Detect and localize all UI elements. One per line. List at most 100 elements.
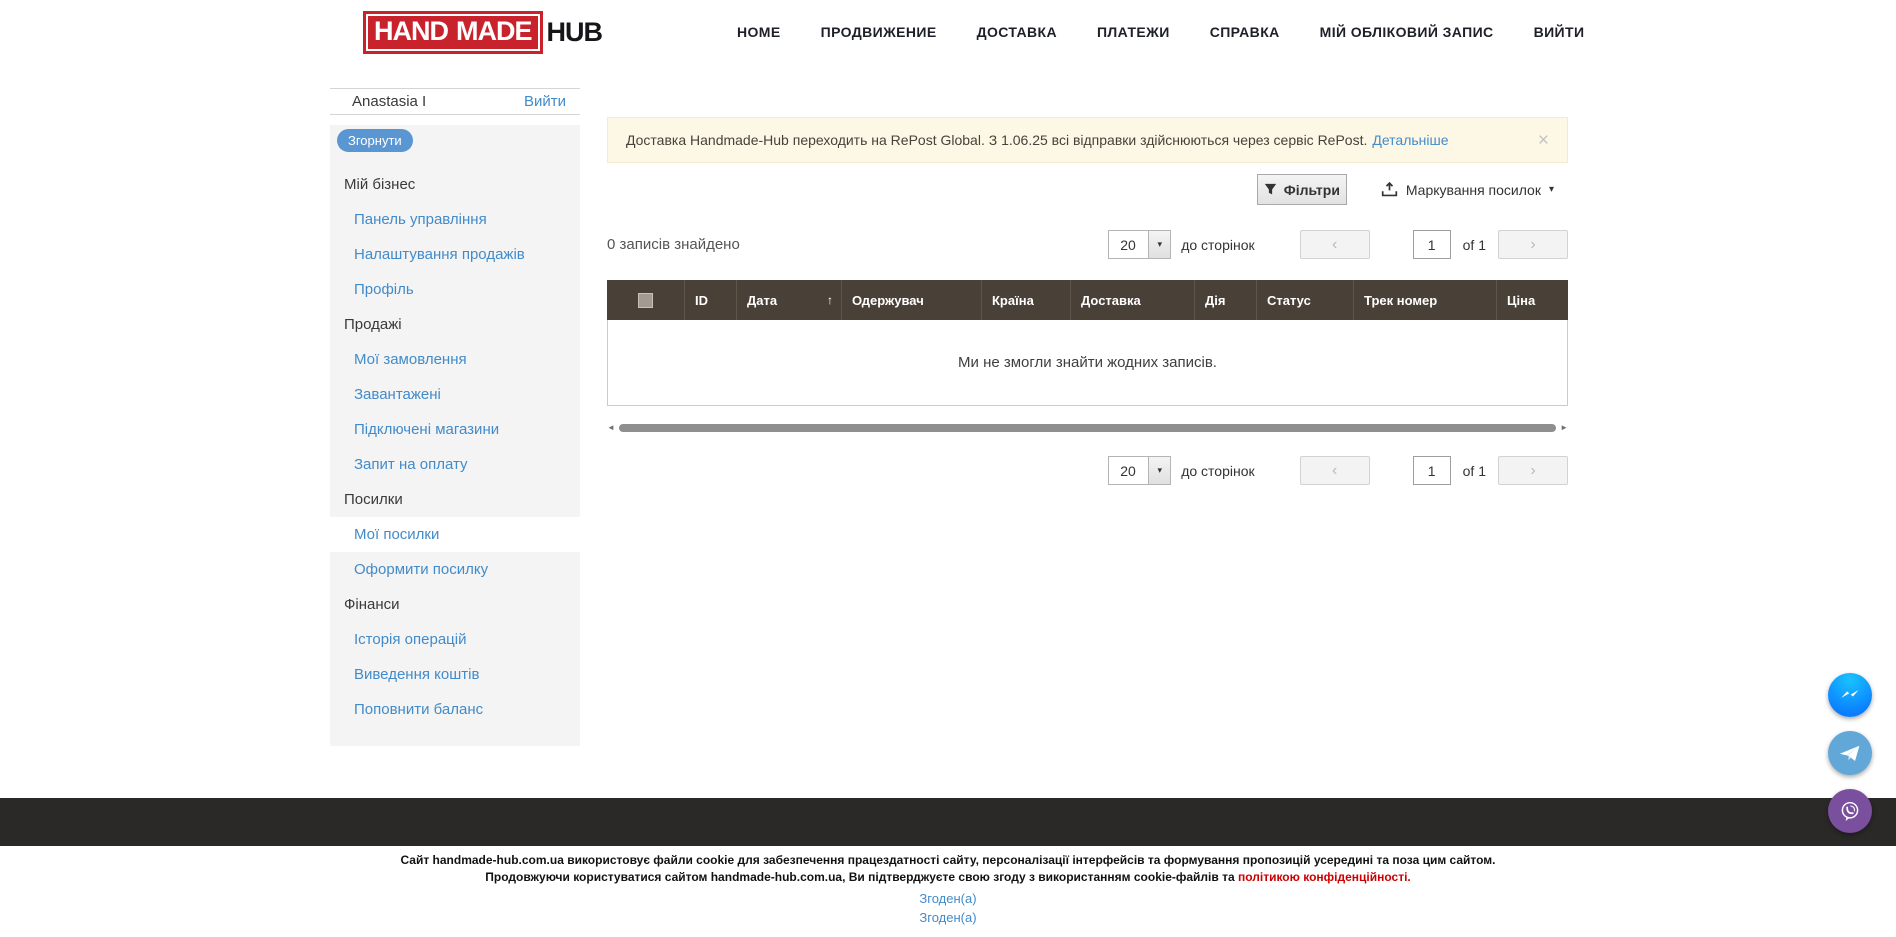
sidebar-logout-link[interactable]: Вийти	[524, 93, 566, 110]
sidebar-section-sales: Продажі	[330, 307, 580, 342]
column-delivery[interactable]: Доставка	[1071, 280, 1195, 320]
column-price[interactable]: Ціна	[1497, 280, 1568, 320]
sidebar-item-withdraw-funds[interactable]: Виведення коштів	[330, 657, 580, 692]
logo-word-hand: HAND	[374, 16, 448, 47]
banner-details-link[interactable]: Детальніше	[1372, 132, 1448, 148]
sidebar: Згорнути Мій бізнес Панель управління На…	[330, 125, 580, 746]
top-header: HAND MADE HUB HOME ПРОДВИЖЕНИЕ ДОСТАВКА …	[0, 0, 1896, 64]
main-content: Доставка Handmade-Hub переходить на RePo…	[607, 117, 1568, 485]
sidebar-item-create-parcel[interactable]: Оформити посилку	[330, 552, 580, 587]
close-icon[interactable]: ×	[1538, 131, 1549, 150]
nav-help[interactable]: СПРАВКА	[1210, 24, 1280, 40]
parcels-table: ID Дата ↑ Одержувач Країна Доставка Дія …	[607, 280, 1568, 406]
column-country[interactable]: Країна	[982, 280, 1071, 320]
nav-home[interactable]: HOME	[737, 24, 781, 40]
horizontal-scrollbar: ◄ ►	[607, 422, 1568, 434]
agree-row-2: Згоден(а)	[0, 910, 1896, 925]
sidebar-section-finance: Фінанси	[330, 587, 580, 622]
column-date[interactable]: Дата ↑	[737, 280, 842, 320]
column-recipient[interactable]: Одержувач	[842, 280, 982, 320]
chevron-down-icon: ▾	[1148, 231, 1170, 258]
pagination-bottom-wrap: 20 ▾ до сторінок ‹ of 1 ›	[607, 456, 1568, 485]
sidebar-section-parcels: Посилки	[330, 482, 580, 517]
next-page-button[interactable]: ›	[1498, 456, 1568, 485]
viber-icon[interactable]	[1828, 789, 1872, 833]
select-all-cell	[607, 280, 685, 320]
select-all-checkbox[interactable]	[638, 293, 653, 308]
records-count: 0 записів знайдено	[607, 236, 740, 253]
page-size-value: 20	[1109, 231, 1148, 258]
nav-payments[interactable]: ПЛАТЕЖИ	[1097, 24, 1170, 40]
empty-message: Ми не змогли знайти жодних записів.	[958, 354, 1217, 371]
banner-text: Доставка Handmade-Hub переходить на RePo…	[626, 132, 1367, 148]
nav-promotion[interactable]: ПРОДВИЖЕНИЕ	[821, 24, 937, 40]
prev-page-button[interactable]: ‹	[1300, 456, 1370, 485]
logo-red-box: HAND MADE	[363, 11, 543, 54]
logo-word-hub: HUB	[547, 17, 603, 48]
agree-link[interactable]: Згоден(а)	[919, 891, 976, 906]
toolbar: Фільтри Маркування посилок ▾	[607, 174, 1568, 205]
sidebar-item-profile[interactable]: Профіль	[330, 272, 580, 307]
messenger-icon[interactable]	[1828, 673, 1872, 717]
main-nav: HOME ПРОДВИЖЕНИЕ ДОСТАВКА ПЛАТЕЖИ СПРАВК…	[737, 0, 1584, 64]
sidebar-item-sales-settings[interactable]: Налаштування продажів	[330, 237, 580, 272]
next-page-button[interactable]: ›	[1498, 230, 1568, 259]
sidebar-item-connected-shops[interactable]: Підключені магазини	[330, 412, 580, 447]
chevron-down-icon: ▾	[1549, 184, 1554, 195]
user-name: Anastasia I	[352, 93, 426, 110]
cookie-line-1: Сайт handmade-hub.com.ua використовує фа…	[0, 852, 1896, 869]
pagination-bottom: 20 ▾ до сторінок ‹ of 1 ›	[1108, 456, 1568, 485]
user-row: Anastasia I Вийти	[330, 88, 580, 115]
page-number-input[interactable]	[1413, 230, 1451, 259]
table-empty-state: Ми не змогли знайти жодних записів.	[607, 320, 1568, 406]
sidebar-item-my-orders[interactable]: Мої замовлення	[330, 342, 580, 377]
sidebar-item-payment-request[interactable]: Запит на оплату	[330, 447, 580, 482]
page-size-select[interactable]: 20 ▾	[1108, 456, 1171, 485]
footer-dark-bar	[0, 798, 1896, 846]
sidebar-item-dashboard[interactable]: Панель управління	[330, 202, 580, 237]
sidebar-section-my-business: Мій бізнес	[330, 167, 580, 202]
page-size-select[interactable]: 20 ▾	[1108, 230, 1171, 259]
sidebar-item-transaction-history[interactable]: Історія операцій	[330, 622, 580, 657]
site-logo[interactable]: HAND MADE HUB	[363, 11, 602, 54]
column-status[interactable]: Статус	[1257, 280, 1354, 320]
telegram-icon[interactable]	[1828, 731, 1872, 775]
sidebar-menu: Мій бізнес Панель управління Налаштуванн…	[330, 167, 580, 727]
page-of-label: of 1	[1463, 463, 1486, 479]
sidebar-item-top-up-balance[interactable]: Поповнити баланс	[330, 692, 580, 727]
social-widgets	[1828, 673, 1872, 833]
funnel-icon	[1264, 183, 1277, 196]
scroll-left-icon[interactable]: ◄	[607, 424, 615, 432]
page-number-input[interactable]	[1413, 456, 1451, 485]
scrollbar-thumb[interactable]	[619, 424, 1556, 432]
column-action[interactable]: Дія	[1195, 280, 1257, 320]
results-row: 0 записів знайдено 20 ▾ до сторінок ‹ of…	[607, 230, 1568, 259]
cookie-line-2: Продовжуючи користуватися сайтом handmad…	[0, 869, 1896, 886]
privacy-policy-link[interactable]: політикою конфіденційності.	[1238, 870, 1411, 884]
logo-word-made: MADE	[456, 16, 532, 47]
table-header-row: ID Дата ↑ Одержувач Країна Доставка Дія …	[607, 280, 1568, 320]
notification-banner: Доставка Handmade-Hub переходить на RePo…	[607, 117, 1568, 163]
nav-delivery[interactable]: ДОСТАВКА	[977, 24, 1057, 40]
parcel-marking-dropdown[interactable]: Маркування посилок ▾	[1381, 181, 1554, 198]
sort-asc-icon: ↑	[827, 293, 833, 307]
sidebar-item-my-parcels[interactable]: Мої посилки	[330, 517, 580, 552]
agree-link[interactable]: Згоден(а)	[919, 910, 976, 925]
nav-my-account[interactable]: МІЙ ОБЛІКОВИЙ ЗАПИС	[1320, 24, 1494, 40]
parcel-marking-label: Маркування посилок	[1406, 182, 1541, 198]
prev-page-button[interactable]: ‹	[1300, 230, 1370, 259]
page-of-label: of 1	[1463, 237, 1486, 253]
collapse-sidebar-button[interactable]: Згорнути	[337, 129, 413, 152]
pagination-top: 20 ▾ до сторінок ‹ of 1 ›	[1108, 230, 1568, 259]
filters-button[interactable]: Фільтри	[1257, 174, 1347, 205]
per-page-label: до сторінок	[1181, 237, 1254, 253]
scroll-right-icon[interactable]: ►	[1560, 424, 1568, 432]
cookie-notice: Сайт handmade-hub.com.ua використовує фа…	[0, 852, 1896, 886]
column-track-number[interactable]: Трек номер	[1354, 280, 1497, 320]
sidebar-item-uploaded[interactable]: Завантажені	[330, 377, 580, 412]
column-id[interactable]: ID	[685, 280, 737, 320]
page-size-value: 20	[1109, 457, 1148, 484]
nav-logout[interactable]: ВИЙТИ	[1534, 24, 1585, 40]
chevron-down-icon: ▾	[1148, 457, 1170, 484]
per-page-label: до сторінок	[1181, 463, 1254, 479]
